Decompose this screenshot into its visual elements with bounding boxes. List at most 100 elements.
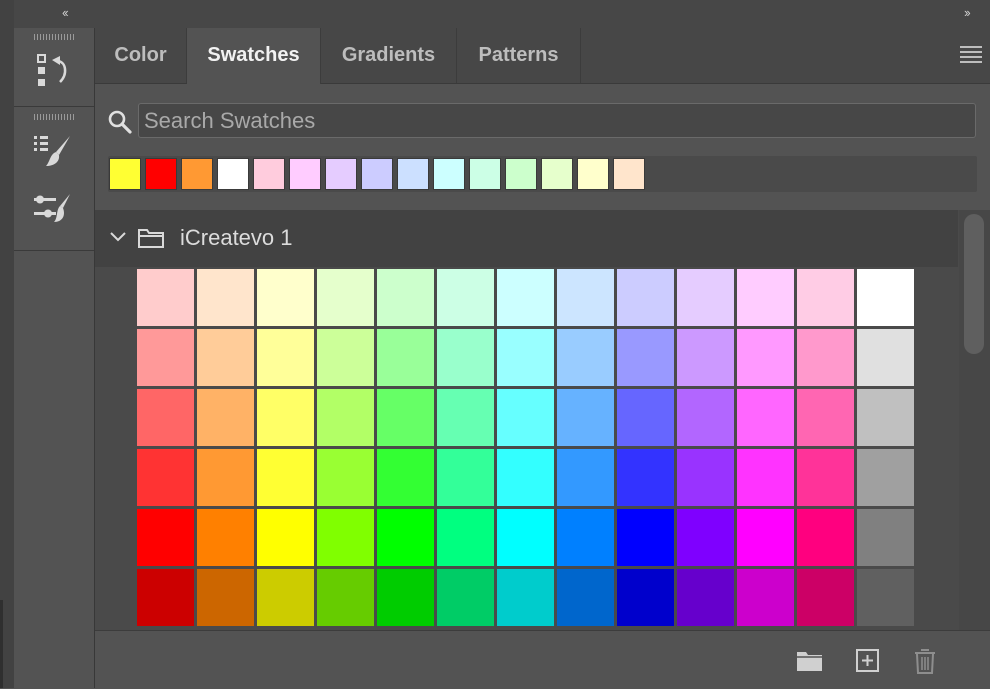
swatch[interactable] (737, 569, 794, 626)
swatch[interactable] (617, 269, 674, 326)
swatch[interactable] (797, 509, 854, 566)
swatch[interactable] (317, 389, 374, 446)
swatch[interactable] (317, 449, 374, 506)
swatch[interactable] (677, 569, 734, 626)
swatch[interactable] (857, 509, 914, 566)
swatch[interactable] (257, 329, 314, 386)
swatch[interactable] (617, 329, 674, 386)
swatch[interactable] (137, 449, 194, 506)
swatch[interactable] (197, 449, 254, 506)
swatch[interactable] (737, 329, 794, 386)
tab-swatches[interactable]: Swatches (187, 28, 321, 84)
swatch[interactable] (257, 449, 314, 506)
swatch[interactable] (497, 269, 554, 326)
swatch[interactable] (557, 509, 614, 566)
swatch[interactable] (857, 269, 914, 326)
delete-button[interactable] (910, 646, 940, 676)
panel-menu-icon[interactable] (960, 46, 982, 64)
adjustments-button[interactable] (32, 190, 72, 230)
swatch[interactable] (197, 569, 254, 626)
recent-swatch[interactable] (433, 158, 465, 190)
chevron-down-icon[interactable] (109, 230, 127, 244)
swatch[interactable] (437, 449, 494, 506)
swatch[interactable] (377, 569, 434, 626)
swatch[interactable] (377, 329, 434, 386)
swatch[interactable] (257, 389, 314, 446)
swatch[interactable] (617, 509, 674, 566)
swatch[interactable] (797, 449, 854, 506)
swatch[interactable] (437, 569, 494, 626)
swatch[interactable] (377, 509, 434, 566)
swatch[interactable] (677, 329, 734, 386)
swatch[interactable] (137, 509, 194, 566)
swatch[interactable] (737, 449, 794, 506)
swatch[interactable] (317, 509, 374, 566)
collapse-left-icon[interactable]: ‹‹ (62, 5, 69, 20)
recent-swatch[interactable] (469, 158, 501, 190)
tool-strip-collapse-bar[interactable]: ‹‹ (14, 0, 94, 28)
swatch[interactable] (677, 509, 734, 566)
swatch[interactable] (197, 509, 254, 566)
swatch[interactable] (617, 389, 674, 446)
swatch[interactable] (617, 449, 674, 506)
search-input[interactable] (138, 103, 976, 138)
swatch[interactable] (437, 389, 494, 446)
recent-swatch[interactable] (181, 158, 213, 190)
swatch[interactable] (737, 509, 794, 566)
swatch[interactable] (737, 389, 794, 446)
swatch[interactable] (557, 449, 614, 506)
swatch[interactable] (617, 569, 674, 626)
recent-swatch[interactable] (577, 158, 609, 190)
swatch[interactable] (137, 329, 194, 386)
swatch[interactable] (137, 389, 194, 446)
swatch[interactable] (377, 449, 434, 506)
tab-gradients[interactable]: Gradients (321, 28, 457, 83)
swatch[interactable] (317, 329, 374, 386)
swatch[interactable] (377, 389, 434, 446)
panel-collapse-bar[interactable]: ›› (94, 0, 990, 29)
swatch[interactable] (257, 269, 314, 326)
tab-color[interactable]: Color (95, 28, 187, 83)
swatch[interactable] (797, 389, 854, 446)
swatch[interactable] (677, 449, 734, 506)
swatch[interactable] (677, 269, 734, 326)
grip-handle[interactable] (34, 34, 74, 40)
recent-swatch[interactable] (289, 158, 321, 190)
swatch[interactable] (377, 269, 434, 326)
recent-swatch[interactable] (253, 158, 285, 190)
swatch-group-header[interactable]: iCreatevo 1 (95, 210, 958, 267)
recent-swatch[interactable] (505, 158, 537, 190)
swatch[interactable] (797, 269, 854, 326)
tab-patterns[interactable]: Patterns (457, 28, 581, 83)
swatch[interactable] (497, 509, 554, 566)
swatch[interactable] (137, 569, 194, 626)
collapse-right-icon[interactable]: ›› (964, 5, 971, 20)
swatch[interactable] (497, 389, 554, 446)
swatch[interactable] (557, 329, 614, 386)
swatch[interactable] (137, 269, 194, 326)
swatch[interactable] (677, 389, 734, 446)
swatch[interactable] (497, 329, 554, 386)
swatch[interactable] (797, 569, 854, 626)
swatch[interactable] (857, 329, 914, 386)
swatch[interactable] (197, 329, 254, 386)
swatch[interactable] (857, 449, 914, 506)
recent-swatch[interactable] (361, 158, 393, 190)
swatch[interactable] (317, 269, 374, 326)
recent-swatch[interactable] (217, 158, 249, 190)
swatch[interactable] (257, 569, 314, 626)
scrollbar-thumb[interactable] (964, 214, 984, 354)
recent-swatch[interactable] (325, 158, 357, 190)
recent-swatch[interactable] (541, 158, 573, 190)
swatch[interactable] (317, 569, 374, 626)
swatch[interactable] (197, 389, 254, 446)
swatch[interactable] (437, 329, 494, 386)
swatch[interactable] (857, 569, 914, 626)
swatch[interactable] (497, 449, 554, 506)
recent-swatch[interactable] (613, 158, 645, 190)
brush-settings-button[interactable] (32, 130, 72, 170)
swatch[interactable] (737, 269, 794, 326)
swatch[interactable] (557, 269, 614, 326)
history-button[interactable] (32, 52, 72, 92)
swatch[interactable] (437, 269, 494, 326)
